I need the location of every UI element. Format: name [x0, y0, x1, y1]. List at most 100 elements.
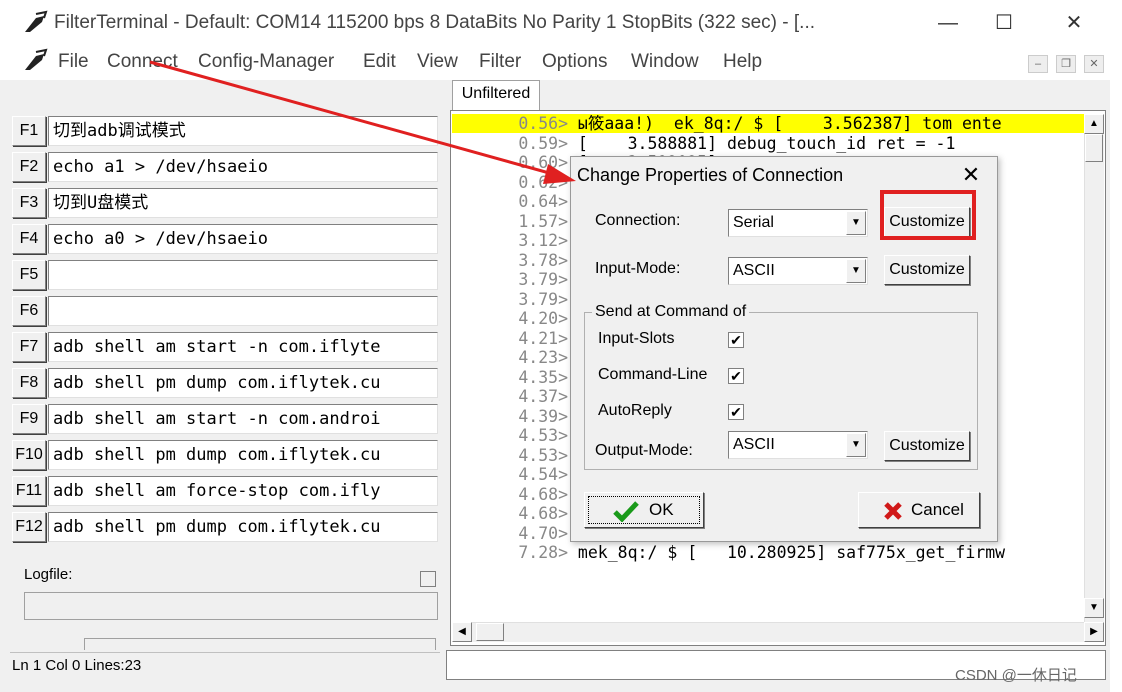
chevron-down-icon[interactable]: ▼: [846, 259, 866, 283]
f11-command-field[interactable]: adb shell am force-stop com.ifly: [48, 476, 438, 506]
horizontal-scrollbar[interactable]: [452, 622, 1104, 642]
terminal-timestamp: 0.64>: [518, 192, 568, 211]
autoreply-label: AutoReply: [598, 402, 672, 419]
f3-command-field[interactable]: 切到U盘模式: [48, 188, 438, 218]
f5-button[interactable]: F5: [12, 260, 46, 290]
vertical-scroll-thumb[interactable]: [1085, 134, 1103, 162]
terminal-timestamp: 0.59>: [518, 133, 568, 153]
minimize-button[interactable]: —: [920, 4, 976, 42]
f1-command-field[interactable]: 切到adb调试模式: [48, 116, 438, 146]
connection-label: Connection:: [595, 212, 681, 229]
terminal-timestamp: 4.23>: [518, 348, 568, 367]
menu-help[interactable]: Help: [723, 51, 762, 73]
menu-options[interactable]: Options: [542, 51, 607, 73]
f6-button[interactable]: F6: [12, 296, 46, 326]
terminal-timestamp: 4.54>: [518, 465, 568, 484]
mdi-minimize-button[interactable]: –: [1028, 55, 1048, 73]
f8-command-field[interactable]: adb shell pm dump com.iflytek.cu: [48, 368, 438, 398]
terminal-timestamp: 0.56>: [518, 114, 568, 133]
menu-filter[interactable]: Filter: [479, 51, 521, 73]
f5-command-field[interactable]: [48, 260, 438, 290]
f11-button[interactable]: F11: [12, 476, 46, 506]
command-line-label: Command-Line: [598, 366, 708, 383]
vertical-scrollbar[interactable]: [1084, 114, 1104, 624]
maximize-button[interactable]: ☐: [976, 4, 1032, 42]
cancel-x-icon: [884, 502, 902, 520]
focus-rect: [588, 496, 700, 524]
f7-command-field[interactable]: adb shell am start -n com.iflyte: [48, 332, 438, 362]
f9-command-field[interactable]: adb shell am start -n com.androi: [48, 404, 438, 434]
terminal-line: 0.56> ы筱aaa!) ek_8q:/ $ [ 3.562387] tom …: [456, 114, 1084, 133]
chevron-down-icon[interactable]: ▼: [846, 433, 866, 457]
partial-combo[interactable]: [84, 638, 436, 650]
input-slots-checkbox[interactable]: ✔: [728, 332, 744, 348]
mdi-restore-button[interactable]: ❐: [1056, 55, 1076, 73]
terminal-timestamp: 4.37>: [518, 387, 568, 406]
f7-button[interactable]: F7: [12, 332, 46, 362]
terminal-timestamp: 3.79>: [518, 289, 568, 309]
tab-unfiltered[interactable]: Unfiltered: [452, 80, 540, 110]
scroll-left-icon[interactable]: ◀: [452, 622, 472, 642]
f12-command-field[interactable]: adb shell pm dump com.iflytek.cu: [48, 512, 438, 542]
logfile-path-field[interactable]: [24, 592, 438, 620]
group-label: Send at Command of: [592, 303, 750, 321]
terminal-timestamp: 3.12>: [518, 231, 568, 250]
terminal-timestamp: 4.39>: [518, 406, 568, 426]
window-title: FilterTerminal - Default: COM14 115200 b…: [54, 12, 816, 33]
logfile-label: Logfile:: [24, 566, 73, 583]
command-line-checkbox[interactable]: ✔: [728, 368, 744, 384]
f10-button[interactable]: F10: [12, 440, 46, 470]
close-button[interactable]: ✕: [1046, 4, 1102, 42]
terminal-timestamp: 1.57>: [518, 211, 568, 231]
input-mode-label: Input-Mode:: [595, 260, 681, 277]
autoreply-checkbox[interactable]: ✔: [728, 404, 744, 420]
f4-button[interactable]: F4: [12, 224, 46, 254]
f6-command-field[interactable]: [48, 296, 438, 326]
f10-command-field[interactable]: adb shell pm dump com.iflytek.cu: [48, 440, 438, 470]
app-menu-icon[interactable]: [22, 48, 48, 74]
chevron-down-icon[interactable]: ▼: [846, 211, 866, 235]
terminal-timestamp: 4.20>: [518, 309, 568, 328]
f8-button[interactable]: F8: [12, 368, 46, 398]
menu-window[interactable]: Window: [631, 51, 699, 73]
watermark: CSDN @一休日记: [955, 667, 1077, 684]
terminal-text: mek_8q:/ $ [ 10.280925] saf775x_get_firm…: [568, 543, 1006, 562]
f3-button[interactable]: F3: [12, 188, 46, 218]
terminal-text: ы筱aaa!) ek_8q:/ $ [ 3.562387] tom ente: [568, 114, 1002, 133]
f12-button[interactable]: F12: [12, 512, 46, 542]
menu-file[interactable]: File: [58, 51, 89, 73]
terminal-timestamp: 4.35>: [518, 367, 568, 387]
menu-view[interactable]: View: [417, 51, 458, 73]
scroll-up-icon[interactable]: ▲: [1084, 114, 1104, 134]
f9-button[interactable]: F9: [12, 404, 46, 434]
input-slots-label: Input-Slots: [598, 330, 675, 347]
terminal-timestamp: 4.68>: [518, 504, 568, 523]
horizontal-scroll-thumb[interactable]: [476, 623, 504, 641]
menu-connect[interactable]: Connect: [107, 51, 178, 73]
output-mode-customize-button[interactable]: Customize: [884, 431, 970, 461]
background-window-edge: [1110, 80, 1122, 692]
f1-button[interactable]: F1: [12, 116, 46, 146]
dialog-title: Change Properties of Connection: [577, 165, 844, 185]
output-mode-label: Output-Mode:: [595, 442, 693, 459]
f4-command-field[interactable]: echo a0 > /dev/hsaeio: [48, 224, 438, 254]
scroll-down-icon[interactable]: ▼: [1084, 598, 1104, 618]
terminal-timestamp: 4.21>: [518, 328, 568, 348]
cancel-button[interactable]: Cancel: [858, 492, 980, 528]
mdi-close-button[interactable]: ✕: [1084, 55, 1104, 73]
input-mode-customize-button[interactable]: Customize: [884, 255, 970, 285]
menu-edit[interactable]: Edit: [363, 51, 396, 73]
terminal-timestamp: 4.53>: [518, 426, 568, 445]
menu-config-manager[interactable]: Config-Manager: [198, 51, 334, 73]
logfile-checkbox[interactable]: [420, 571, 436, 587]
f2-command-field[interactable]: echo a1 > /dev/hsaeio: [48, 152, 438, 182]
scroll-right-icon[interactable]: ▶: [1084, 622, 1104, 642]
annotation-highlight-box: [880, 190, 976, 240]
dialog-close-icon[interactable]: ✕: [956, 160, 986, 190]
terminal-timestamp: 3.78>: [518, 250, 568, 270]
app-icon: [25, 10, 48, 32]
terminal-timestamp: 0.60>: [518, 153, 568, 172]
cancel-label: Cancel: [911, 500, 964, 519]
f2-button[interactable]: F2: [12, 152, 46, 182]
terminal-timestamp: 4.53>: [518, 445, 568, 465]
